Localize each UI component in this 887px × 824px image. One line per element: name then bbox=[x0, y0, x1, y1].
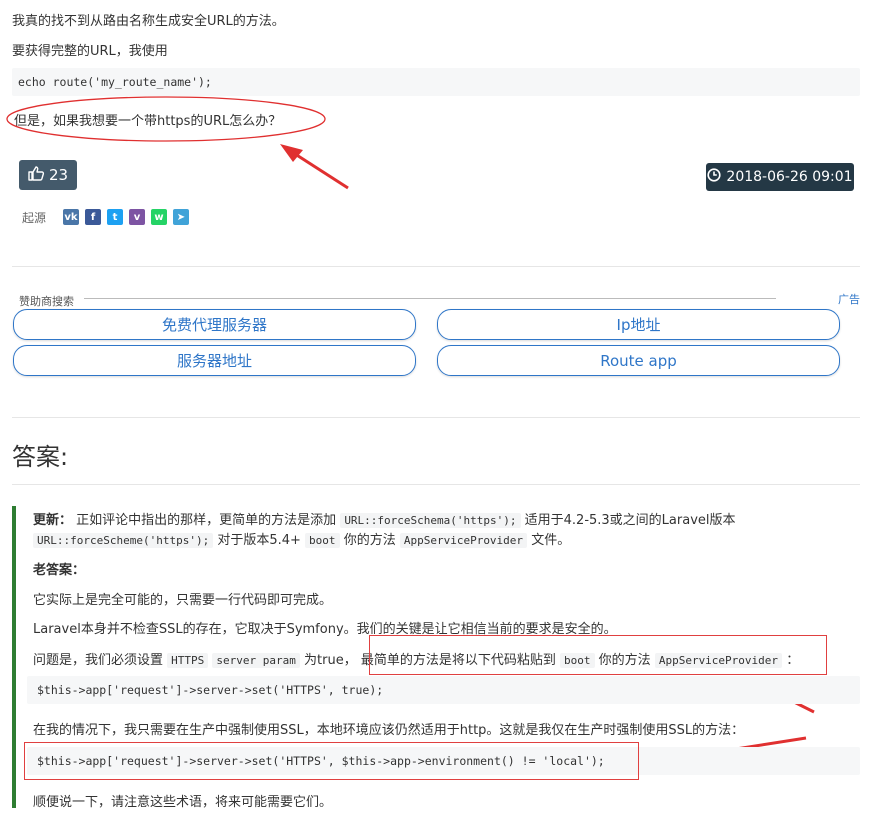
sponsor-link-route-app[interactable]: Route app bbox=[437, 345, 840, 376]
vk-share-icon[interactable]: vk bbox=[63, 209, 79, 225]
update-line-2: URL::forceScheme('https'); 对于版本5.4+ boot… bbox=[33, 529, 570, 548]
sponsor-link-free-proxy[interactable]: 免费代理服务器 bbox=[13, 309, 416, 340]
share-bar: vk f t v w ➤ bbox=[63, 209, 189, 225]
sponsor-rule bbox=[84, 298, 776, 299]
whatsapp-share-icon[interactable]: w bbox=[151, 209, 167, 225]
thumbs-up-icon bbox=[28, 165, 45, 185]
divider bbox=[12, 266, 860, 267]
sponsor-label: 赞助商搜索 bbox=[19, 295, 74, 308]
sponsor-link-server-address[interactable]: 服务器地址 bbox=[13, 345, 416, 376]
answers-heading: 答案: bbox=[12, 443, 69, 471]
divider bbox=[12, 417, 860, 418]
answer-paragraph-4: 在我的情况下，我只需要在生产中强制使用SSL，本地环境应该仍然适用于http。这… bbox=[33, 723, 745, 738]
code-line-1: $this->app['request']->server->set('HTTP… bbox=[37, 683, 384, 697]
highlight-ellipse bbox=[6, 96, 326, 142]
sponsor-link-ip-address[interactable]: Ip地址 bbox=[437, 309, 840, 340]
answer-paragraph-1: 它实际上是完全可能的，只需要一行代码即可完成。 bbox=[33, 593, 333, 608]
viber-share-icon[interactable]: v bbox=[129, 209, 145, 225]
facebook-share-icon[interactable]: f bbox=[85, 209, 101, 225]
clock-icon bbox=[707, 168, 722, 186]
telegram-share-icon[interactable]: ➤ bbox=[173, 209, 189, 225]
date-value: 2018-06-26 09:01 bbox=[726, 169, 853, 185]
source-label: 起源 bbox=[22, 211, 47, 225]
ad-label[interactable]: 广告 bbox=[838, 291, 860, 307]
code-block-1: $this->app['request']->server->set('HTTP… bbox=[27, 676, 860, 704]
update-line-1: 更新： 正如评论中指出的那样，更简单的方法是添加 URL::forceSchem… bbox=[33, 513, 736, 528]
vote-button[interactable]: 23 bbox=[19, 160, 77, 190]
date-badge: 2018-06-26 09:01 bbox=[706, 163, 854, 191]
twitter-share-icon[interactable]: t bbox=[107, 209, 123, 225]
highlight-box-provider bbox=[369, 635, 827, 675]
arrow-question bbox=[280, 144, 349, 190]
divider bbox=[12, 484, 860, 485]
old-answer-label: 老答案： bbox=[33, 563, 86, 578]
answer-paragraph-5: 顺便说一下，请注意这些术语，将来可能需要它们。 bbox=[33, 795, 333, 810]
highlight-box-environment bbox=[24, 742, 639, 780]
answer-quote-bar bbox=[12, 506, 16, 808]
vote-count: 23 bbox=[48, 166, 69, 184]
